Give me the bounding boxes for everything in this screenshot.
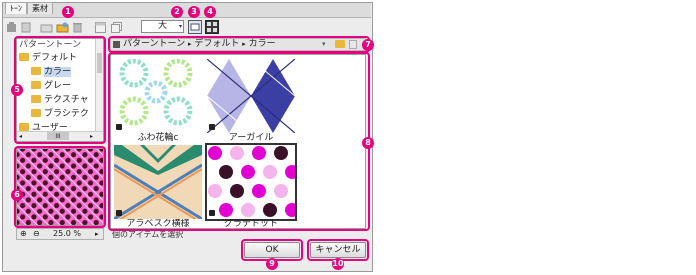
callout-badge-10: 10 <box>332 258 344 270</box>
zoom-in-icon[interactable]: ⊕ <box>20 229 27 238</box>
size-select[interactable]: 大 ▾ <box>141 20 184 33</box>
folder-star-icon[interactable] <box>56 21 69 34</box>
open-folder-icon[interactable] <box>40 21 53 34</box>
window-duplicate-icon[interactable] <box>110 21 123 34</box>
zoom-bar: ⊕ ⊖ 25.0 % ▸ <box>16 228 104 240</box>
callout-badge-2: 2 <box>171 6 183 18</box>
window-icon[interactable] <box>94 21 107 34</box>
callout-badge-9: 9 <box>266 258 278 270</box>
callout-badge-5: 5 <box>11 84 23 96</box>
callout-badge-6: 6 <box>11 189 23 201</box>
zoom-value: 25.0 % <box>53 229 81 238</box>
thumbnail-view-icon[interactable] <box>205 20 219 34</box>
tab-bar <box>3 3 371 18</box>
callout-badge-3: 3 <box>188 6 200 18</box>
zoom-out-icon[interactable]: ⊖ <box>33 229 40 238</box>
delete-icon[interactable] <box>5 21 18 34</box>
trash-icon[interactable] <box>71 21 84 34</box>
detail-view-icon[interactable] <box>188 20 202 34</box>
highlight-grid <box>108 52 370 231</box>
highlight-path-bar <box>108 36 370 53</box>
highlight-tree <box>14 36 106 144</box>
callout-badge-8: 8 <box>362 137 374 149</box>
tab-material[interactable]: 素材 <box>27 2 53 14</box>
highlight-preview <box>14 146 106 228</box>
tab-tone[interactable]: ﾄｰﾝ <box>5 2 27 14</box>
new-icon[interactable] <box>20 21 33 34</box>
callout-badge-7: 7 <box>362 39 374 51</box>
zoom-menu-icon[interactable]: ▸ <box>95 229 99 239</box>
size-value: 大 <box>157 21 167 31</box>
callout-badge-1: 1 <box>62 6 74 18</box>
chevron-down-icon: ▾ <box>178 23 182 30</box>
selection-status: 個のアイテムを選択 <box>112 230 184 239</box>
callout-badge-4: 4 <box>204 6 216 18</box>
